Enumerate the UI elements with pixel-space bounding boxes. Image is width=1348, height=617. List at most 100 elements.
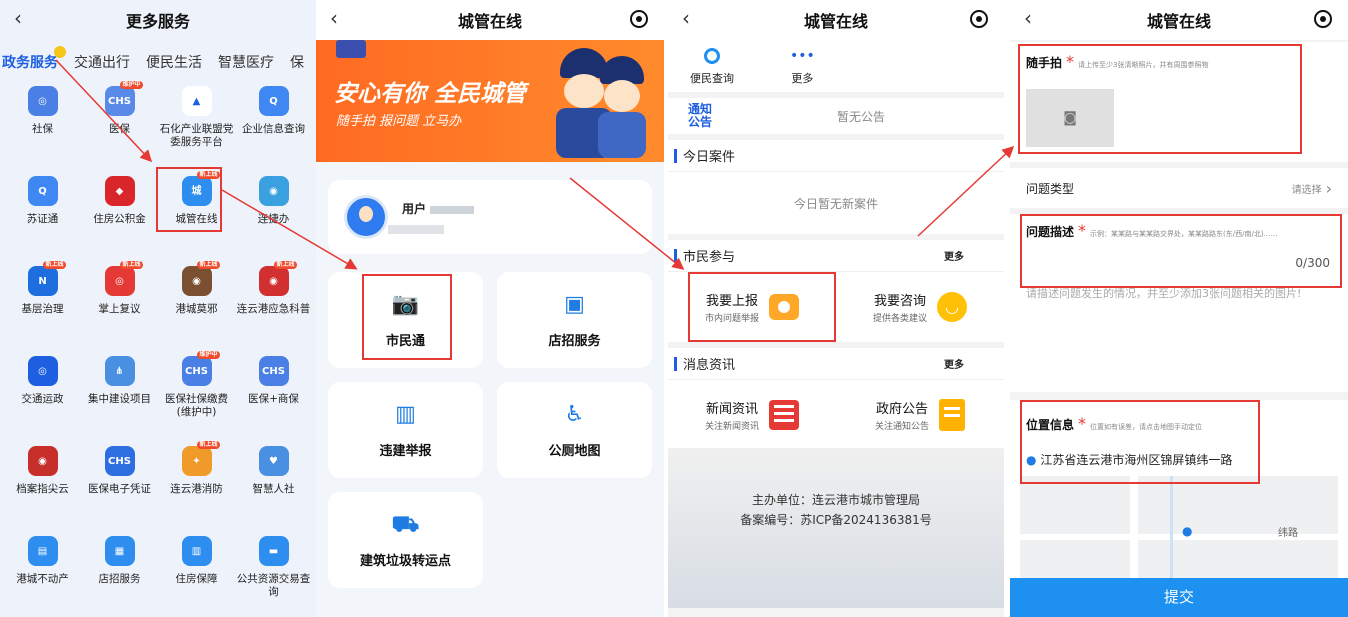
building-icon: ▥ xyxy=(395,401,416,427)
footer: 主办单位：连云港市城市管理局 备案编号：苏ICP备2024136381号 xyxy=(668,448,1004,608)
section-title: 市民参与 xyxy=(683,250,736,265)
section-title: 今日案件 xyxy=(683,150,736,165)
service-item[interactable]: ▬ 公共资源交易查询 xyxy=(235,536,312,608)
highlight-box xyxy=(1020,214,1342,288)
shop-icon: ▣ xyxy=(564,291,585,317)
masked-name xyxy=(430,205,475,214)
menu-icon[interactable] xyxy=(970,10,988,28)
service-icon: Q xyxy=(258,86,289,116)
status-badge: 新上线 xyxy=(197,261,220,269)
service-item[interactable]: ◆ 住房公积金 xyxy=(81,176,158,248)
illegal-building-card[interactable]: ▥ 违建举报 xyxy=(328,382,483,478)
tab-medical[interactable]: 智慧医疗 xyxy=(218,52,274,72)
service-icon: CHS xyxy=(104,446,135,476)
service-item[interactable]: Q 企业信息查询 xyxy=(235,86,312,158)
service-label: 集中建设项目 xyxy=(88,393,151,405)
more-link[interactable]: 更多 xyxy=(944,248,964,263)
service-item[interactable]: ◉ 新上线 港城莫邪 xyxy=(158,261,235,338)
problem-type-row[interactable]: 问题类型 请选择 › xyxy=(1010,168,1348,208)
service-item[interactable]: ⋔ 集中建设项目 xyxy=(81,356,158,428)
page-title: 城管在线 xyxy=(1146,12,1211,31)
service-label: 石化产业联盟党委服务平台 xyxy=(159,123,234,148)
category-tabs: 政务服务 交通出行 便民生活 智慧医疗 保 xyxy=(0,40,316,72)
service-item[interactable]: ▥ 住房保障 xyxy=(158,536,235,608)
service-label: 医保社保缴费(维护中) xyxy=(165,393,228,418)
section-title: 消息资讯 xyxy=(683,358,736,373)
avatar xyxy=(344,195,388,239)
menu-icon[interactable] xyxy=(1314,10,1332,28)
submit-button[interactable]: 提交 xyxy=(1010,578,1348,617)
news-button[interactable]: 新闻资讯 关注新闻资讯 xyxy=(668,398,836,432)
query-icon xyxy=(704,48,720,64)
waste-transfer-card[interactable]: ⛟ 建筑垃圾转运点 xyxy=(328,492,483,588)
mascot-icon xyxy=(556,48,646,158)
service-item[interactable]: ◎ 新上线 掌上复议 xyxy=(81,261,158,338)
service-label: 连捷办 xyxy=(257,213,290,225)
status-badge: 新上线 xyxy=(120,261,143,269)
highlight-box xyxy=(156,167,222,232)
signboard-card[interactable]: ▣ 店招服务 xyxy=(497,272,652,368)
service-item[interactable]: ▤ 港城不动产 xyxy=(4,536,81,608)
service-label: 企业信息查询 xyxy=(242,123,305,135)
host-unit: 主办单位：连云港市城市管理局 xyxy=(751,493,920,507)
card-label: 建筑垃圾转运点 xyxy=(359,553,451,569)
map-view[interactable]: ● 纬路 xyxy=(1020,476,1338,580)
nav-bar: ‹ 更多服务 xyxy=(0,0,316,40)
service-item[interactable]: ✦ 新上线 连云港消防 xyxy=(158,441,235,518)
service-label: 港城莫邪 xyxy=(175,303,218,315)
back-icon[interactable]: ‹ xyxy=(14,6,22,30)
service-item[interactable]: ◎ 社保 xyxy=(4,86,81,158)
service-icon: N 新上线 xyxy=(27,261,66,296)
banner-subslogan: 随手拍 报问题 立马办 xyxy=(336,114,462,129)
menu-icon[interactable] xyxy=(630,10,648,28)
service-icon: ◉ 新上线 xyxy=(258,261,297,296)
more-link[interactable]: 更多 xyxy=(944,356,964,371)
service-item[interactable]: CHS 医保电子凭证 xyxy=(81,446,158,518)
notice-bar[interactable]: 通知公告 暂无公告 xyxy=(668,98,1004,134)
touch-indicator-icon xyxy=(54,46,66,58)
tab-gov-services[interactable]: 政务服务 xyxy=(2,46,66,72)
status-badge: 新上线 xyxy=(274,261,297,269)
service-icon: ◎ xyxy=(27,86,58,116)
service-item[interactable]: ◉ 连捷办 xyxy=(235,176,312,248)
service-label: 苏证通 xyxy=(26,213,59,225)
user-card[interactable]: 用户 xyxy=(328,180,652,254)
service-icon: ⋔ xyxy=(104,356,135,386)
service-label: 医保+商保 xyxy=(248,393,299,405)
service-item[interactable]: CHS 医保+商保 xyxy=(235,356,312,428)
tab-life[interactable]: 便民生活 xyxy=(146,52,202,72)
service-label: 连云港应急科普 xyxy=(236,303,311,315)
service-item[interactable]: ◉ 档案指尖云 xyxy=(4,446,81,518)
more-link[interactable]: ••• 更多 xyxy=(790,48,815,86)
back-icon[interactable]: ‹ xyxy=(1024,6,1032,30)
tab-more[interactable]: 保 xyxy=(290,52,304,72)
service-item[interactable]: ◎ 交通运政 xyxy=(4,356,81,428)
consult-button[interactable]: 我要咨询 提供各类建议 ◡ xyxy=(836,290,1004,324)
back-icon[interactable]: ‹ xyxy=(330,6,338,30)
service-label: 连云港消防 xyxy=(170,483,223,495)
toilet-map-card[interactable]: ♿ 公厕地图 xyxy=(497,382,652,478)
empty-text: 今日暂无新案件 xyxy=(793,196,878,211)
service-item[interactable]: CHS 维护中 医保 xyxy=(81,81,158,158)
service-grid: ◎ 社保 CHS 维护中 医保 ▲ 石化产业联盟党委服务平台 Q 企业信息查询 Q 苏证通 ◆ 住房公积… xyxy=(0,72,316,608)
notice-text: 暂无公告 xyxy=(836,109,885,124)
service-item[interactable]: N 新上线 基层治理 xyxy=(4,261,81,338)
gov-notice-button[interactable]: 政府公告 关注通知公告 xyxy=(836,398,1004,432)
convenience-query[interactable]: 便民查询 xyxy=(690,48,734,86)
icp-number: 备案编号：苏ICP备2024136381号 xyxy=(740,513,932,527)
tab-transport[interactable]: 交通出行 xyxy=(74,52,130,72)
masked-phone xyxy=(388,225,444,234)
user-name: 用户 xyxy=(402,202,427,216)
service-item[interactable]: CHS 维护中 医保社保缴费(维护中) xyxy=(158,351,235,428)
service-item[interactable]: ▲ 石化产业联盟党委服务平台 xyxy=(158,86,235,158)
service-label: 公共资源交易查询 xyxy=(236,573,311,598)
service-item[interactable]: ▦ 店招服务 xyxy=(81,536,158,608)
back-icon[interactable]: ‹ xyxy=(682,6,690,30)
truck-icon: ⛟ xyxy=(391,511,420,537)
road-label: 纬路 xyxy=(1278,528,1298,539)
service-item[interactable]: ◉ 新上线连云港应急科普 xyxy=(235,261,312,338)
service-item[interactable]: ♥ 智慧人社 xyxy=(235,446,312,518)
service-icon: ◉ xyxy=(27,446,58,476)
service-icon: CHS 维护中 xyxy=(104,81,143,116)
service-item[interactable]: Q 苏证通 xyxy=(4,176,81,248)
